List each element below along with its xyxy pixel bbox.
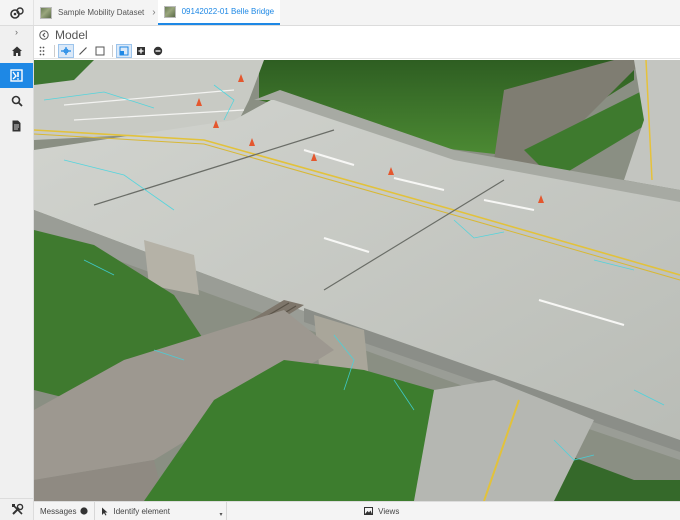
toolbar-divider [112,44,113,57]
chevron-right-icon: › [152,7,156,18]
sidebar-item-home[interactable] [0,38,33,63]
bridge-thumbnail [163,5,176,18]
measure-point-button[interactable] [58,43,74,58]
app-logo[interactable] [0,0,34,25]
sidebar-item-model[interactable] [0,63,33,88]
views-label: Views [378,506,400,516]
measure-line-button[interactable] [75,44,91,58]
toolbar-divider [54,44,55,57]
sidebar-item-document[interactable] [0,113,33,138]
back-icon[interactable] [39,29,49,40]
sidebar-tools[interactable] [0,498,34,520]
add-icon [137,46,145,55]
grip-icon [39,46,45,55]
views-icon [364,507,374,515]
document-icon [12,120,21,131]
box-select-icon [95,46,105,55]
sidebar: › [0,26,34,520]
top-bar: Sample Mobility Dataset › 09142022-01 Be… [0,0,680,26]
remove-icon [153,46,163,55]
breadcrumb-dataset-label: Sample Mobility Dataset [58,8,145,17]
tools-icon [11,503,23,515]
add-button[interactable] [133,44,149,58]
identify-element-button[interactable]: Identify element ▾ [95,502,228,520]
app-logo-icon [9,6,24,19]
sidebar-item-search[interactable] [0,88,33,113]
measure-line-icon [79,46,87,55]
views-button[interactable]: Views [358,502,549,520]
messages-button[interactable]: Messages [34,502,96,520]
identify-element-label: Identify element [113,506,170,516]
page-title: Model [55,27,88,42]
home-icon [11,46,22,56]
box-select-button[interactable] [92,44,108,58]
breadcrumb-bridge[interactable]: 09142022-01 Belle Bridge [157,0,281,25]
breadcrumb-dataset[interactable]: Sample Mobility Dataset [34,0,150,25]
section-icon [119,46,129,55]
dropdown-caret-icon[interactable]: ▾ [219,511,222,518]
3d-viewport[interactable] [34,60,680,501]
chevron-right-icon[interactable]: › [0,26,33,38]
messages-count-badge [80,507,89,515]
bridge-reality-mesh [34,60,680,501]
section-button[interactable] [116,43,132,58]
model-toolbar [34,43,680,59]
status-bar: Messages Identify element ▾ Views [34,501,680,520]
messages-label: Messages [40,506,77,516]
remove-button[interactable] [150,44,166,58]
panel-header: Model [34,26,680,43]
search-icon [11,95,23,107]
breadcrumb-bridge-label: 09142022-01 Belle Bridge [181,7,275,16]
dataset-thumbnail [40,6,52,19]
message-icon [80,507,89,515]
cursor-icon [101,507,108,516]
model-icon [10,69,23,82]
measure-point-icon [61,46,71,55]
grip-handle[interactable] [34,44,50,58]
